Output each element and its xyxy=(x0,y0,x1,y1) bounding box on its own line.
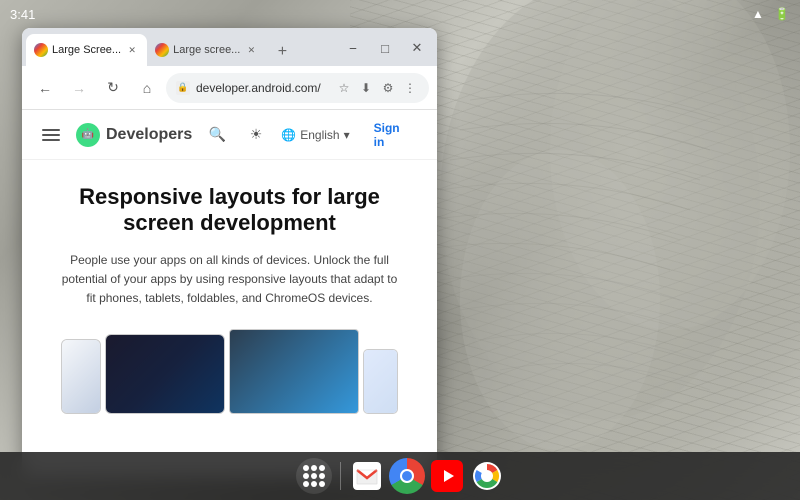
phone-mockup xyxy=(363,349,398,414)
photos-app-icon[interactable] xyxy=(469,458,505,494)
launcher-dot-9 xyxy=(319,481,325,487)
android-logo-icon: 🤖 xyxy=(76,123,100,147)
forward-button[interactable]: → xyxy=(64,73,94,103)
minimize-button[interactable]: ⎯ xyxy=(339,34,367,62)
launcher-dots-icon xyxy=(303,465,325,487)
home-button[interactable]: ⌂ xyxy=(132,73,162,103)
youtube-app-icon[interactable] xyxy=(429,458,465,494)
chromeos-statusbar: 3:41 ▲ 🔋 xyxy=(0,0,800,28)
tab-bar: Large Scree... ✕ Large scree... ✕ + ⎯ □ … xyxy=(22,28,437,66)
tab-1[interactable]: Large Scree... ✕ xyxy=(26,34,147,66)
tab-2-title: Large scree... xyxy=(173,44,240,56)
tab-1-title: Large Scree... xyxy=(52,44,121,56)
bookmark-icon[interactable]: ☆ xyxy=(335,79,353,97)
tab-2-close[interactable]: ✕ xyxy=(244,43,258,57)
desktop: 3:41 ▲ 🔋 Large Scree... ✕ Large scree...… xyxy=(0,0,800,500)
site-logo-text: Developers xyxy=(106,126,192,144)
site-navigation: 🤖 Developers 🔍 ☀ 🌐 English ▾ Sign in xyxy=(22,110,437,160)
launcher-dot-3 xyxy=(319,465,325,471)
hamburger-line-2 xyxy=(42,134,60,136)
phone-mockup-small xyxy=(61,339,101,414)
maximize-button[interactable]: □ xyxy=(371,34,399,62)
launcher-dot-4 xyxy=(303,473,309,479)
search-button[interactable]: 🔍 xyxy=(204,120,231,150)
site-security-icon: 🔒 xyxy=(176,81,190,95)
hero-title: Responsive layouts for large screen deve… xyxy=(42,184,417,237)
page-content: 🤖 Developers 🔍 ☀ 🌐 English ▾ Sign in Res… xyxy=(22,110,437,478)
youtube-svg xyxy=(431,460,463,492)
window-controls: ⎯ □ ✕ xyxy=(339,34,433,66)
site-nav-right: 🔍 ☀ 🌐 English ▾ Sign in xyxy=(204,115,421,155)
wifi-icon: ▲ xyxy=(750,6,766,22)
hero-description: People use your apps on all kinds of dev… xyxy=(60,251,400,309)
chrome-settings-icon[interactable]: ⚙ xyxy=(379,79,397,97)
browser-window: Large Scree... ✕ Large scree... ✕ + ⎯ □ … xyxy=(22,28,437,478)
new-tab-button[interactable]: + xyxy=(268,38,296,66)
address-bar-icons: ☆ ⬇ ⚙ ⋮ xyxy=(335,79,419,97)
tab-2-favicon xyxy=(155,43,169,57)
system-time: 3:41 xyxy=(10,7,35,22)
launcher-dot-6 xyxy=(319,473,325,479)
hero-section: Responsive layouts for large screen deve… xyxy=(22,160,437,430)
navigation-bar: ← → ↻ ⌂ 🔒 developer.android.com/ ☆ ⬇ ⚙ ⋮ xyxy=(22,66,437,110)
theme-toggle[interactable]: ☀ xyxy=(243,120,270,150)
sign-in-button[interactable]: Sign in xyxy=(362,115,421,155)
shelf-divider xyxy=(340,462,341,490)
tab-1-favicon xyxy=(34,43,48,57)
language-label: English xyxy=(300,128,339,142)
launcher-dot-1 xyxy=(303,465,309,471)
laptop-mockup xyxy=(229,329,359,414)
more-button[interactable]: ⋮ xyxy=(401,79,419,97)
chrome-inner-circle xyxy=(402,471,412,481)
topbar-right: ▲ 🔋 xyxy=(750,6,790,22)
gmail-svg xyxy=(353,462,381,490)
launcher-dot-8 xyxy=(311,481,317,487)
chrome-app-icon[interactable] xyxy=(389,458,425,494)
address-bar[interactable]: 🔒 developer.android.com/ ☆ ⬇ ⚙ ⋮ xyxy=(166,73,429,103)
chrome-icon-graphic xyxy=(389,458,425,494)
tab-1-close[interactable]: ✕ xyxy=(125,43,139,57)
back-button[interactable]: ← xyxy=(30,73,60,103)
topbar-left: 3:41 xyxy=(10,7,35,22)
url-text: developer.android.com/ xyxy=(196,81,329,95)
launcher-button[interactable] xyxy=(296,458,332,494)
launcher-dot-2 xyxy=(311,465,317,471)
launcher-dot-7 xyxy=(303,481,309,487)
photos-svg xyxy=(471,460,503,492)
chevron-down-icon: ▾ xyxy=(344,128,350,142)
reload-button[interactable]: ↻ xyxy=(98,73,128,103)
device-mockups xyxy=(42,324,417,414)
language-selector[interactable]: 🌐 English ▾ xyxy=(281,128,349,142)
site-logo: 🤖 Developers xyxy=(76,123,192,147)
globe-icon: 🌐 xyxy=(281,128,296,142)
menu-button[interactable] xyxy=(38,125,64,145)
close-button[interactable]: ✕ xyxy=(403,34,431,62)
launcher-dot-5 xyxy=(311,473,317,479)
battery-icon: 🔋 xyxy=(774,6,790,22)
tablet-mockup xyxy=(105,334,225,414)
shelf xyxy=(0,452,800,500)
hamburger-line-1 xyxy=(42,129,60,131)
download-icon[interactable]: ⬇ xyxy=(357,79,375,97)
gmail-app-icon[interactable] xyxy=(349,458,385,494)
tab-2[interactable]: Large scree... ✕ xyxy=(147,34,266,66)
hamburger-line-3 xyxy=(42,139,60,141)
